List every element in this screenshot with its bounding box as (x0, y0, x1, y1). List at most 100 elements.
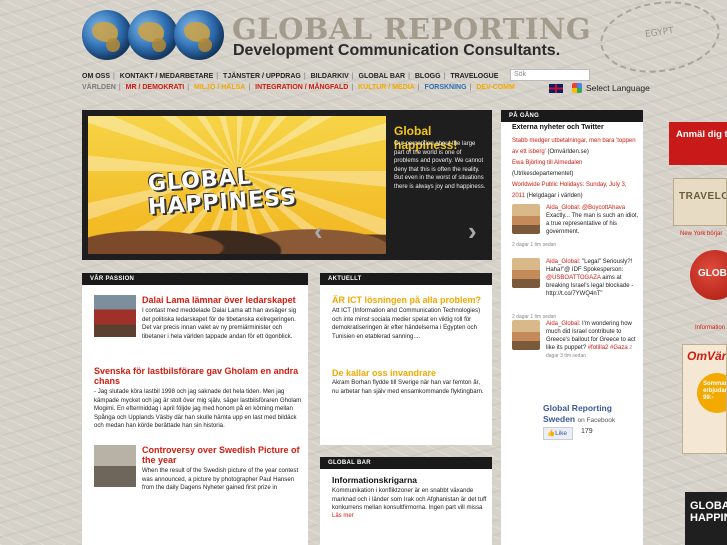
tweet-user[interactable]: Aida_Global: (546, 321, 580, 327)
travelogue-banner[interactable]: TRAVELOGUE (673, 178, 727, 226)
category-miljo-halsa[interactable]: MILJÖ / HÄLSA (194, 84, 245, 91)
nav-separator: | (118, 84, 121, 91)
avatar[interactable] (512, 320, 540, 350)
nav-separator: | (469, 84, 472, 91)
news-source: (Utrikesdepartementet) (512, 171, 574, 177)
tweet-user[interactable]: Aida_Global: (546, 259, 580, 265)
news-link[interactable]: Ewa Björling till Almedalen (512, 160, 582, 166)
external-news-title: Externa nyheter och Twitter (512, 124, 604, 131)
news-title[interactable]: De kallar oss invandrare (332, 368, 488, 378)
story-text: - Jag slutade köra lastbil 1998 och jag … (94, 388, 302, 429)
tweet-mention[interactable]: @BoycottAhava (582, 205, 625, 211)
nav-item-global-bar[interactable]: GLOBAL BAR (359, 73, 406, 80)
tweet-body: Exactly... The man is such an idiot, a t… (546, 213, 639, 235)
news-source: (Helgdagar i världen) (524, 193, 583, 199)
google-translate-icon (572, 83, 582, 93)
nav-item-om-oss[interactable]: OM OSS (82, 73, 110, 80)
global-bar-title[interactable]: Informationskrigarna (332, 475, 417, 485)
panel-heading: VÅR PASSION (82, 273, 308, 285)
nav-item-blogg[interactable]: BLOGG (415, 73, 441, 80)
language-select[interactable]: Select Language (586, 83, 650, 93)
nav-separator: | (417, 84, 420, 91)
news-title[interactable]: ÄR ICT lösningen på alla problem? (332, 295, 488, 305)
header: GLOBAL REPORTING Development Communicati… (0, 0, 727, 81)
pa-gang-panel: PÅ GÅNG Externa nyheter och Twitter Stab… (501, 110, 643, 545)
nav-separator: | (113, 73, 115, 80)
tweet-hashtags[interactable]: #fotilla2 #Gaza (588, 345, 628, 351)
thumbs-up-icon: 👍 (547, 430, 556, 437)
avatar[interactable] (512, 258, 540, 288)
postmark-stamp: EGYPT (595, 0, 725, 81)
story-thumbnail[interactable] (94, 445, 136, 487)
facebook-page-title[interactable]: Global Reporting Sweden on Facebook (543, 403, 643, 426)
news-text: Akram Borhan flydde till Sverige när han… (332, 379, 484, 395)
site-title[interactable]: GLOBAL REPORTING (232, 12, 591, 46)
globe-logo-icon (174, 10, 224, 60)
global-happiness-ad-label: GLOBAL HAPPINESS (690, 500, 727, 524)
nav-separator: | (351, 84, 354, 91)
chevron-right-icon[interactable]: › (468, 218, 477, 244)
tweet-user[interactable]: Aida_Global: (546, 205, 580, 211)
story-title[interactable]: Svenska för lastbilsförare gav Gholam en… (94, 366, 302, 386)
offer-badge: Sommar-erbjudande 99:- (697, 373, 726, 413)
main-nav: OM OSS | KONTAKT / MEDARBETARE | TJÄNSTER … (82, 73, 498, 80)
uk-flag-icon[interactable] (549, 84, 563, 93)
facebook-on-label: on Facebook (577, 417, 616, 424)
story-title[interactable]: Dalai Lama lämnar över ledarskapet (142, 295, 302, 305)
panel-heading: AKTUELLT (320, 273, 492, 285)
global-banner-label: GLOBAL (698, 268, 727, 279)
story-text: When the result of the Swedish picture o… (142, 467, 299, 491)
tweet-time: 2 dagar 1 tim sedan (512, 242, 557, 248)
read-more-link[interactable]: Läs mer (332, 513, 354, 519)
hero-slider: GLOBAL HAPPINESS Global happiness! Our p… (82, 110, 492, 260)
story-thumbnail[interactable] (94, 295, 136, 337)
facebook-like-button[interactable]: 👍Like (543, 427, 573, 440)
hero-text: Our perception about the large part of t… (394, 141, 486, 190)
category-integration[interactable]: INTEGRATION / MÅNGFALD (255, 84, 348, 91)
newsletter-banner[interactable]: Anmäl dig till nyhetsbrevet (669, 122, 727, 165)
category-nav: VÄRLDEN | MR / DEMOKRATI | MILJÖ / HÄLSA | … (82, 84, 515, 91)
global-banner-caption[interactable]: Information (695, 325, 725, 331)
omvarlden-title: OmVärlden (687, 349, 727, 363)
hero-image[interactable]: GLOBAL HAPPINESS (88, 116, 386, 254)
global-happiness-ad[interactable]: GLOBAL HAPPINESS (685, 492, 727, 545)
chevron-left-icon[interactable]: ‹ (314, 218, 323, 244)
panel-heading: GLOBAL BAR (320, 457, 492, 469)
search-input[interactable]: Sök (510, 69, 590, 81)
category-mr-demokrati[interactable]: MR / DEMOKRATI (126, 84, 185, 91)
omvarlden-ad[interactable]: OmVärlden Sommar-erbjudande 99:- (682, 344, 727, 454)
site-subtitle: Development Communication Consultants. (233, 42, 561, 59)
var-passion-panel: VÅR PASSION Dalai Lama lämnar över ledar… (82, 273, 308, 545)
category-forskning[interactable]: FORSKNING (425, 84, 467, 91)
nav-item-bildarkiv[interactable]: BILDARKIV (311, 73, 349, 80)
news-text: Att ICT (Information and Communication T… (332, 307, 481, 340)
nav-separator: | (408, 73, 410, 80)
category-dev-comm[interactable]: DEV-COMM (476, 84, 515, 91)
global-bar-text: Kommunikation i konfliktzoner är en snab… (332, 487, 487, 511)
nav-item-kontakt[interactable]: KONTAKT / MEDARBETARE (120, 73, 213, 80)
nav-item-tjanster[interactable]: TJÄNSTER / UPPDRAG (223, 73, 301, 80)
story-title[interactable]: Controversy over Swedish Picture of the … (142, 445, 302, 465)
nav-separator: | (187, 84, 190, 91)
like-count: 179 (581, 428, 593, 435)
news-source: (Omvärlden.se) (545, 149, 589, 155)
tweet-text: Aida_Global: I'm wondering how much did … (546, 320, 640, 360)
external-news-list: Stabb medger utbetalningar, men bara 'to… (512, 134, 640, 200)
story-text: I contast med meddelade Dalai Lama att h… (142, 307, 297, 339)
nav-separator: | (351, 73, 354, 80)
travelogue-caption[interactable]: New York börjar (680, 231, 722, 237)
nav-item-travelogue[interactable]: TRAVELOGUE (450, 73, 498, 80)
tweet-text: Aida_Global: @BoycottAhava Exactly... Th… (546, 204, 640, 236)
category-varlden[interactable]: VÄRLDEN (82, 84, 116, 91)
global-bar-panel: GLOBAL BAR Informationskrigarna Kommunik… (320, 457, 492, 545)
avatar[interactable] (512, 204, 540, 234)
nav-separator: | (443, 73, 446, 80)
panel-heading: PÅ GÅNG (501, 110, 643, 122)
nav-separator: | (216, 73, 219, 80)
nav-separator: | (248, 84, 251, 91)
tweet-mention[interactable]: @USBOATTOGAZA (546, 275, 601, 281)
travelogue-label: TRAVELOGUE (679, 191, 726, 202)
globe-logo-icon (128, 10, 178, 60)
category-kultur-media[interactable]: KULTUR / MEDIA (358, 84, 415, 91)
aktuellt-panel: AKTUELLT ÄR ICT lösningen på alla proble… (320, 273, 492, 445)
